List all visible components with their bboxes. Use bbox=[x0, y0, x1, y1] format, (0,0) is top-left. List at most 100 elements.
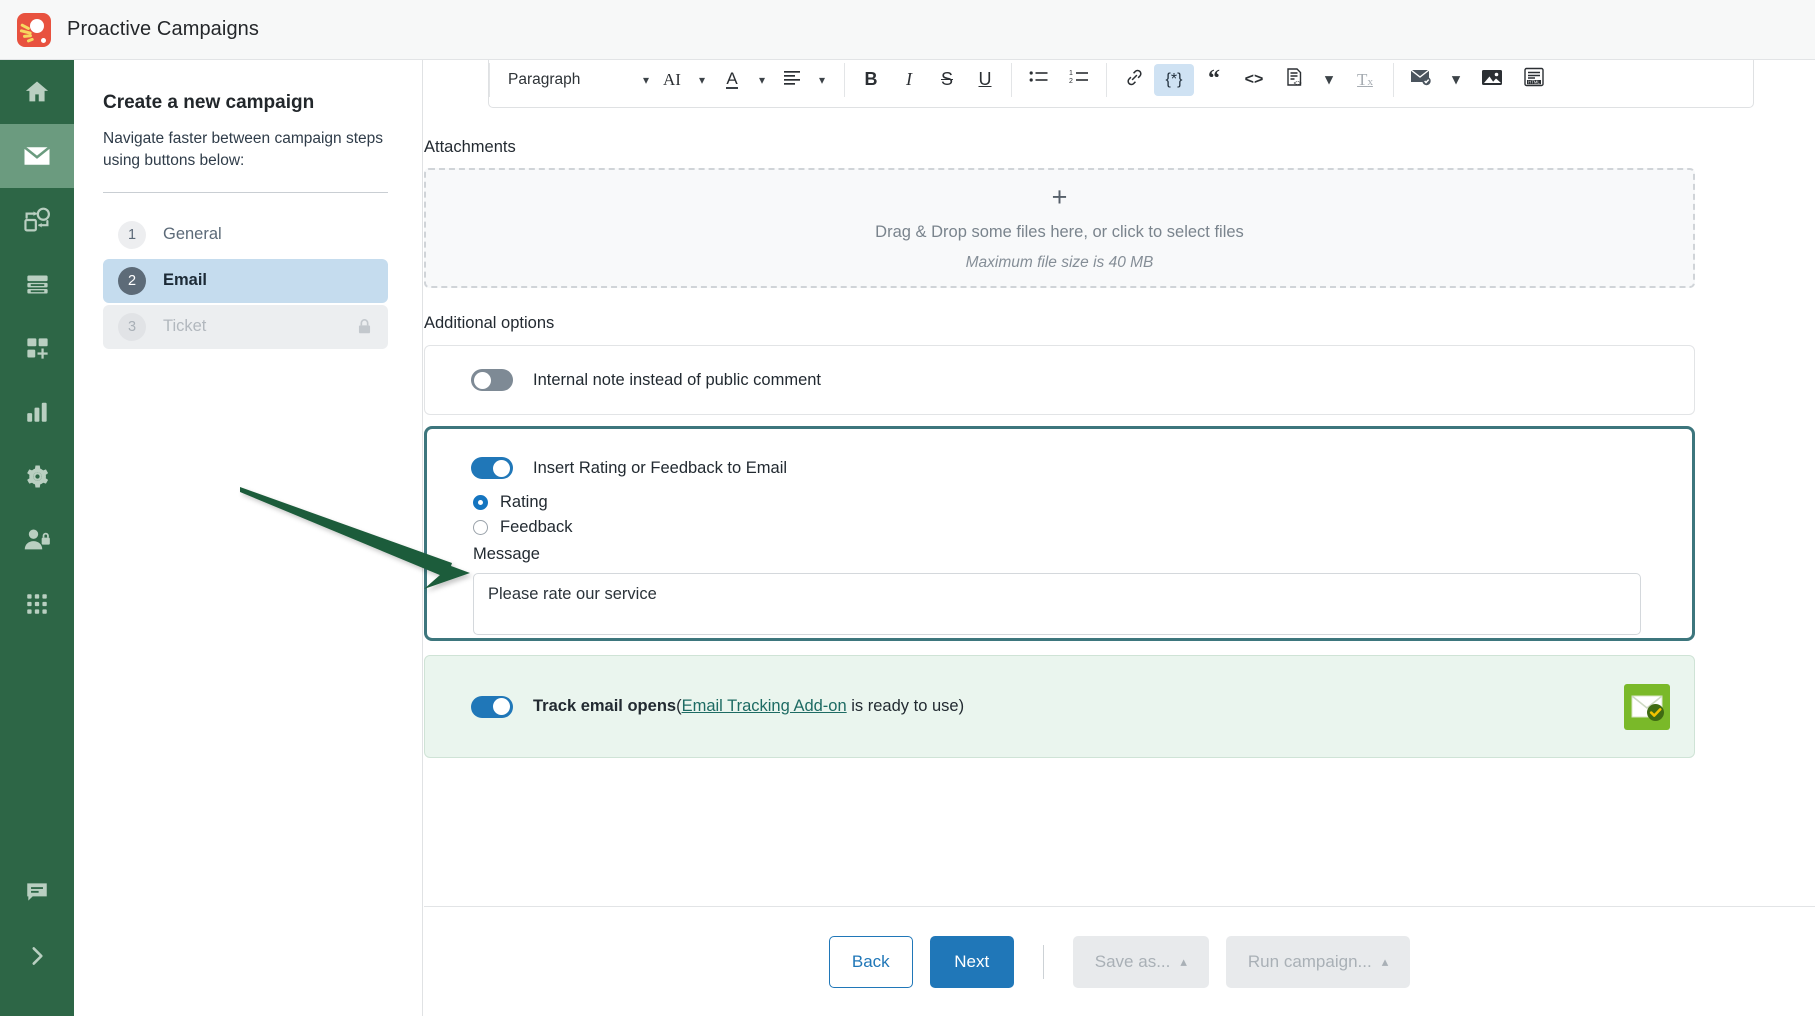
rail-item-automations[interactable] bbox=[0, 188, 74, 252]
align-left-icon bbox=[783, 68, 801, 91]
run-campaign-button[interactable]: Run campaign... ▴ bbox=[1225, 935, 1411, 988]
sidebar-item-general[interactable]: 1 General bbox=[103, 213, 388, 257]
chevron-down-icon: ▾ bbox=[1452, 71, 1460, 88]
link-icon bbox=[1125, 68, 1144, 92]
rich-text-editor-toolbar: Paragraph ▾ AI ▾ A ▾ ▾ B I S U 1 2 {*} “… bbox=[488, 60, 1754, 108]
placeholder-icon: {*} bbox=[1165, 70, 1183, 88]
align-dropdown[interactable]: ▾ bbox=[807, 64, 837, 96]
rail-item-support-chat[interactable] bbox=[0, 860, 74, 924]
chevron-down-icon: ▾ bbox=[758, 72, 766, 87]
ai-icon: AI bbox=[663, 69, 681, 89]
email-tracking-addon-link[interactable]: Email Tracking Add-on bbox=[682, 697, 847, 715]
attachments-heading: Attachments bbox=[424, 138, 516, 156]
track-opens-label: Track email opens(Email Tracking Add-on … bbox=[533, 697, 964, 716]
bullet-list-button[interactable] bbox=[1019, 64, 1059, 96]
rail-item-apps-add[interactable] bbox=[0, 316, 74, 380]
blockquote-button[interactable]: “ bbox=[1194, 64, 1234, 96]
app-title: Proactive Campaigns bbox=[67, 18, 259, 40]
rail-item-permissions[interactable] bbox=[0, 508, 74, 572]
app-titlebar: Proactive Campaigns bbox=[0, 0, 1815, 60]
rail-item-home[interactable] bbox=[0, 60, 74, 124]
svg-text:<>: <> bbox=[1294, 81, 1302, 88]
save-as-label: Save as... bbox=[1094, 951, 1171, 971]
sidebar-item-ticket[interactable]: 3 Ticket bbox=[103, 304, 388, 349]
back-button[interactable]: Back bbox=[828, 935, 913, 988]
page-title: Create a new campaign bbox=[103, 92, 315, 113]
sidebar-item-email[interactable]: 2 Email bbox=[103, 258, 388, 303]
bold-icon: B bbox=[864, 69, 878, 89]
database-icon bbox=[24, 271, 51, 298]
email-template-dropdown[interactable]: ▾ bbox=[1441, 64, 1471, 96]
next-button[interactable]: Next bbox=[929, 935, 1014, 988]
attachments-dropzone[interactable]: + Drag & Drop some files here, or click … bbox=[424, 168, 1695, 288]
toolbar-separator bbox=[1011, 62, 1012, 97]
ai-assist-button[interactable]: AI bbox=[657, 64, 687, 96]
email-template-button[interactable] bbox=[1401, 64, 1441, 96]
placeholder-button[interactable]: {*} bbox=[1154, 63, 1194, 96]
clear-format-icon: Tx bbox=[1357, 69, 1373, 89]
svg-text:1: 1 bbox=[1069, 70, 1073, 77]
bold-button[interactable]: B bbox=[852, 64, 890, 96]
step-label: General bbox=[163, 225, 222, 244]
step-label: Email bbox=[163, 271, 208, 290]
plus-icon: + bbox=[1051, 182, 1068, 212]
html-source-button[interactable]: HTML bbox=[1513, 64, 1555, 96]
rating-radio-label: Rating bbox=[500, 493, 548, 511]
align-button[interactable] bbox=[777, 64, 807, 96]
chevron-down-icon: ▾ bbox=[818, 72, 826, 87]
rail-item-expand-sidebar[interactable] bbox=[0, 924, 74, 988]
track-email-opens-option[interactable]: Track email opens(Email Tracking Add-on … bbox=[424, 655, 1695, 758]
track-opens-toggle[interactable] bbox=[471, 695, 513, 718]
code-button[interactable]: <> bbox=[1234, 64, 1274, 96]
paragraph-style-select[interactable]: Paragraph ▾ bbox=[497, 63, 657, 97]
step-number: 3 bbox=[118, 312, 146, 341]
internal-note-option[interactable]: Internal note instead of public comment bbox=[424, 345, 1695, 415]
rail-item-data[interactable] bbox=[0, 252, 74, 316]
bar-chart-icon bbox=[24, 399, 50, 425]
svg-text:2: 2 bbox=[1069, 78, 1073, 85]
toolbar-separator bbox=[489, 62, 490, 97]
add-widget-icon bbox=[24, 335, 51, 362]
proactive-campaigns-logo bbox=[17, 12, 51, 47]
underline-button[interactable]: U bbox=[966, 64, 1004, 96]
text-color-button[interactable]: A bbox=[717, 64, 747, 96]
rating-feedback-option[interactable]: Insert Rating or Feedback to Email Ratin… bbox=[424, 426, 1695, 641]
insert-image-button[interactable] bbox=[1471, 64, 1513, 96]
feedback-radio[interactable] bbox=[473, 520, 488, 535]
rating-feedback-toggle[interactable] bbox=[471, 457, 513, 479]
message-input[interactable] bbox=[473, 573, 1641, 635]
rating-radio[interactable] bbox=[473, 495, 488, 510]
insert-link-button[interactable] bbox=[1114, 64, 1154, 96]
email-tracking-icon bbox=[1624, 683, 1670, 730]
radio-option-feedback[interactable]: Feedback bbox=[473, 518, 572, 537]
internal-note-toggle[interactable] bbox=[471, 369, 513, 391]
radio-option-rating[interactable]: Rating bbox=[473, 493, 548, 512]
template-button[interactable]: <> bbox=[1274, 64, 1314, 96]
run-campaign-label: Run campaign... bbox=[1247, 951, 1372, 971]
text-color-dropdown[interactable]: ▾ bbox=[747, 64, 777, 96]
grid-dots-icon bbox=[24, 591, 50, 617]
home-icon bbox=[23, 78, 51, 106]
gear-icon bbox=[24, 463, 51, 490]
save-as-button[interactable]: Save as... ▴ bbox=[1072, 935, 1209, 988]
envelope-icon bbox=[22, 141, 52, 171]
feedback-radio-label: Feedback bbox=[500, 518, 573, 536]
numbered-list-icon: 12 bbox=[1069, 68, 1090, 91]
chat-icon bbox=[24, 879, 50, 905]
underline-icon: U bbox=[978, 69, 992, 89]
numbered-list-button[interactable]: 12 bbox=[1059, 64, 1099, 96]
template-dropdown[interactable]: ▾ bbox=[1314, 64, 1344, 96]
rail-item-campaigns[interactable] bbox=[0, 124, 74, 188]
quote-icon: “ bbox=[1208, 65, 1220, 92]
internal-note-label: Internal note instead of public comment bbox=[533, 370, 822, 389]
rail-item-all-apps[interactable] bbox=[0, 572, 74, 636]
italic-button[interactable]: I bbox=[890, 64, 928, 96]
toolbar-separator bbox=[844, 62, 845, 97]
chevron-down-icon: ▾ bbox=[642, 72, 649, 87]
clear-formatting-button[interactable]: Tx bbox=[1344, 64, 1386, 96]
rail-item-reports[interactable] bbox=[0, 380, 74, 444]
rail-item-settings[interactable] bbox=[0, 444, 74, 508]
ai-dropdown[interactable]: ▾ bbox=[687, 64, 717, 96]
image-icon bbox=[1481, 68, 1503, 92]
strikethrough-button[interactable]: S bbox=[928, 64, 966, 96]
